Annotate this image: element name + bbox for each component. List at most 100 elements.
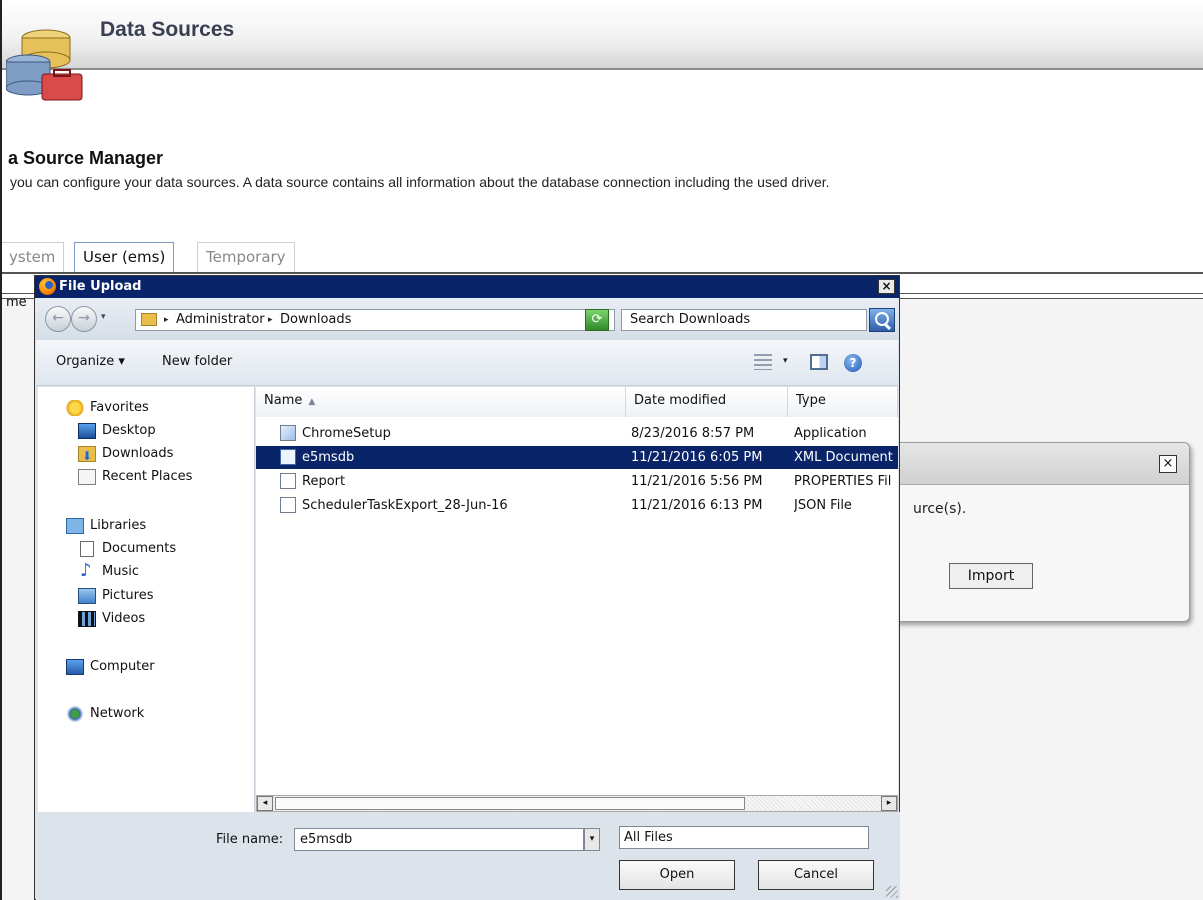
videos-icon bbox=[78, 611, 96, 627]
sidebar-item-label: Documents bbox=[102, 541, 177, 556]
search-icon[interactable] bbox=[869, 308, 895, 332]
breadcrumb-administrator[interactable]: Administrator bbox=[176, 310, 265, 330]
application-icon bbox=[280, 425, 296, 441]
sidebar-item-label: Network bbox=[90, 706, 145, 721]
column-header-name[interactable]: Name ▲ bbox=[256, 387, 626, 417]
xml-document-icon bbox=[280, 449, 296, 465]
organize-button[interactable]: Organize ▾ bbox=[56, 354, 125, 369]
scrollbar-thumb[interactable] bbox=[275, 797, 745, 810]
page-title: Data Sources bbox=[100, 18, 235, 41]
resize-grip[interactable] bbox=[886, 886, 898, 898]
search-input[interactable]: Search Downloads bbox=[621, 309, 867, 331]
file-date: 8/23/2016 8:57 PM bbox=[631, 426, 755, 441]
star-icon bbox=[66, 400, 84, 416]
file-date: 11/21/2016 5:56 PM bbox=[631, 474, 763, 489]
file-upload-dialog: File Upload × ← → ▾ ▸ Administrator ▸ Do… bbox=[34, 275, 900, 900]
music-icon bbox=[78, 560, 96, 582]
sidebar-item-label: Favorites bbox=[90, 400, 149, 415]
sidebar-item-label: Recent Places bbox=[102, 469, 193, 484]
pictures-icon bbox=[78, 588, 96, 604]
folder-icon bbox=[141, 313, 157, 326]
dialog-titlebar: File Upload × bbox=[35, 276, 899, 298]
table-column-header: me bbox=[6, 295, 27, 310]
file-row[interactable]: Report 11/21/2016 5:56 PM PROPERTIES Fil bbox=[256, 470, 898, 493]
manager-title: a Source Manager bbox=[8, 148, 164, 168]
import-dialog-text: urce(s). bbox=[913, 501, 967, 517]
breadcrumb-downloads[interactable]: Downloads bbox=[280, 310, 351, 330]
tab-user[interactable]: User (ems) bbox=[74, 242, 175, 272]
database-logo-icon bbox=[6, 29, 83, 101]
column-header-date[interactable]: Date modified bbox=[626, 387, 788, 417]
view-dropdown[interactable]: ▾ bbox=[783, 356, 788, 366]
manager-description: you can configure your data sources. A d… bbox=[10, 174, 830, 190]
computer-icon bbox=[66, 659, 84, 675]
file-list: Name ▲ Date modified Type ChromeSetup 8/2… bbox=[256, 387, 898, 812]
dialog-title: File Upload bbox=[59, 279, 142, 294]
file-type-select[interactable]: All Files ▾ bbox=[619, 826, 869, 849]
dialog-footer: File name: e5msdb ▾ All Files ▾ Open Can… bbox=[36, 812, 900, 900]
file-type: PROPERTIES Fil bbox=[794, 474, 892, 489]
back-button[interactable]: ← bbox=[45, 306, 71, 332]
new-folder-button[interactable]: New folder bbox=[162, 354, 232, 369]
column-header-label: Name bbox=[264, 393, 303, 408]
file-name: Report bbox=[302, 474, 346, 489]
sidebar-item-label: Computer bbox=[90, 659, 155, 674]
file-name-label: File name: bbox=[216, 832, 284, 847]
desktop-icon bbox=[78, 423, 96, 439]
documents-icon bbox=[80, 541, 94, 557]
file-name-field[interactable]: e5msdb bbox=[294, 828, 584, 851]
file-type: Application bbox=[794, 426, 867, 441]
file-name: e5msdb bbox=[302, 450, 355, 465]
file-row-selected[interactable]: e5msdb 11/21/2016 6:05 PM XML Document bbox=[256, 446, 898, 469]
file-type-value: All Files bbox=[624, 830, 673, 845]
sidebar-item-label: Pictures bbox=[102, 588, 154, 603]
file-type: XML Document bbox=[794, 450, 893, 465]
file-row[interactable]: ChromeSetup 8/23/2016 8:57 PM Applicatio… bbox=[256, 422, 898, 445]
import-dialog: × urce(s). Import bbox=[882, 442, 1190, 622]
scroll-right-button[interactable]: ▸ bbox=[881, 796, 897, 811]
breadcrumb-separator[interactable]: ▸ bbox=[268, 310, 273, 330]
dialog-close-button[interactable]: × bbox=[878, 279, 895, 294]
libraries-icon bbox=[66, 518, 84, 534]
forward-button[interactable]: → bbox=[71, 306, 97, 332]
file-date: 11/21/2016 6:13 PM bbox=[631, 498, 763, 513]
dialog-toolbar: Organize ▾ New folder ▾ ? bbox=[36, 340, 898, 386]
breadcrumb-separator[interactable]: ▸ bbox=[164, 310, 169, 330]
open-button[interactable]: Open bbox=[619, 860, 735, 890]
scroll-left-button[interactable]: ◂ bbox=[257, 796, 273, 811]
recent-locations-dropdown[interactable]: ▾ bbox=[101, 312, 106, 322]
file-type: JSON File bbox=[794, 498, 852, 513]
sidebar-item-label: Desktop bbox=[102, 423, 156, 438]
sort-ascending-icon: ▲ bbox=[308, 397, 316, 407]
firefox-icon bbox=[39, 278, 56, 295]
column-header-type[interactable]: Type bbox=[788, 387, 898, 417]
tab-temporary[interactable]: Temporary bbox=[197, 242, 295, 272]
sidebar-item-label: Downloads bbox=[102, 446, 174, 461]
file-icon bbox=[280, 473, 296, 489]
sidebar-item-label: Music bbox=[102, 564, 139, 579]
page-header: Data Sources bbox=[2, 0, 1203, 70]
file-icon bbox=[280, 497, 296, 513]
recent-places-icon bbox=[78, 469, 96, 485]
network-icon bbox=[66, 706, 84, 722]
view-options-icon[interactable] bbox=[754, 354, 772, 370]
tab-system[interactable]: ystem bbox=[2, 242, 65, 272]
address-row: ← → ▾ ▸ Administrator ▸ Downloads ▾ ⟳ Se… bbox=[35, 298, 899, 340]
file-row[interactable]: SchedulerTaskExport_28-Jun-16 11/21/2016… bbox=[256, 494, 898, 517]
horizontal-scrollbar[interactable]: ◂ ▸ bbox=[256, 795, 898, 812]
address-bar[interactable]: ▸ Administrator ▸ Downloads ▾ bbox=[135, 309, 661, 331]
preview-pane-icon[interactable] bbox=[810, 354, 828, 370]
sidebar-item-label: Videos bbox=[102, 611, 146, 626]
close-icon[interactable]: × bbox=[1159, 455, 1177, 473]
refresh-icon[interactable]: ⟳ bbox=[585, 309, 609, 331]
help-icon[interactable]: ? bbox=[844, 354, 862, 372]
file-name: SchedulerTaskExport_28-Jun-16 bbox=[302, 498, 508, 513]
import-button[interactable]: Import bbox=[949, 563, 1033, 589]
navigation-pane: Favorites Desktop Downloads Recent Place… bbox=[38, 387, 255, 812]
downloads-icon bbox=[78, 445, 96, 467]
import-dialog-header: × bbox=[883, 443, 1189, 485]
tab-divider bbox=[2, 272, 1203, 274]
file-name-dropdown[interactable]: ▾ bbox=[584, 828, 600, 851]
screen: Data Sources a Source Manager you can co… bbox=[0, 0, 1203, 900]
cancel-button[interactable]: Cancel bbox=[758, 860, 874, 890]
